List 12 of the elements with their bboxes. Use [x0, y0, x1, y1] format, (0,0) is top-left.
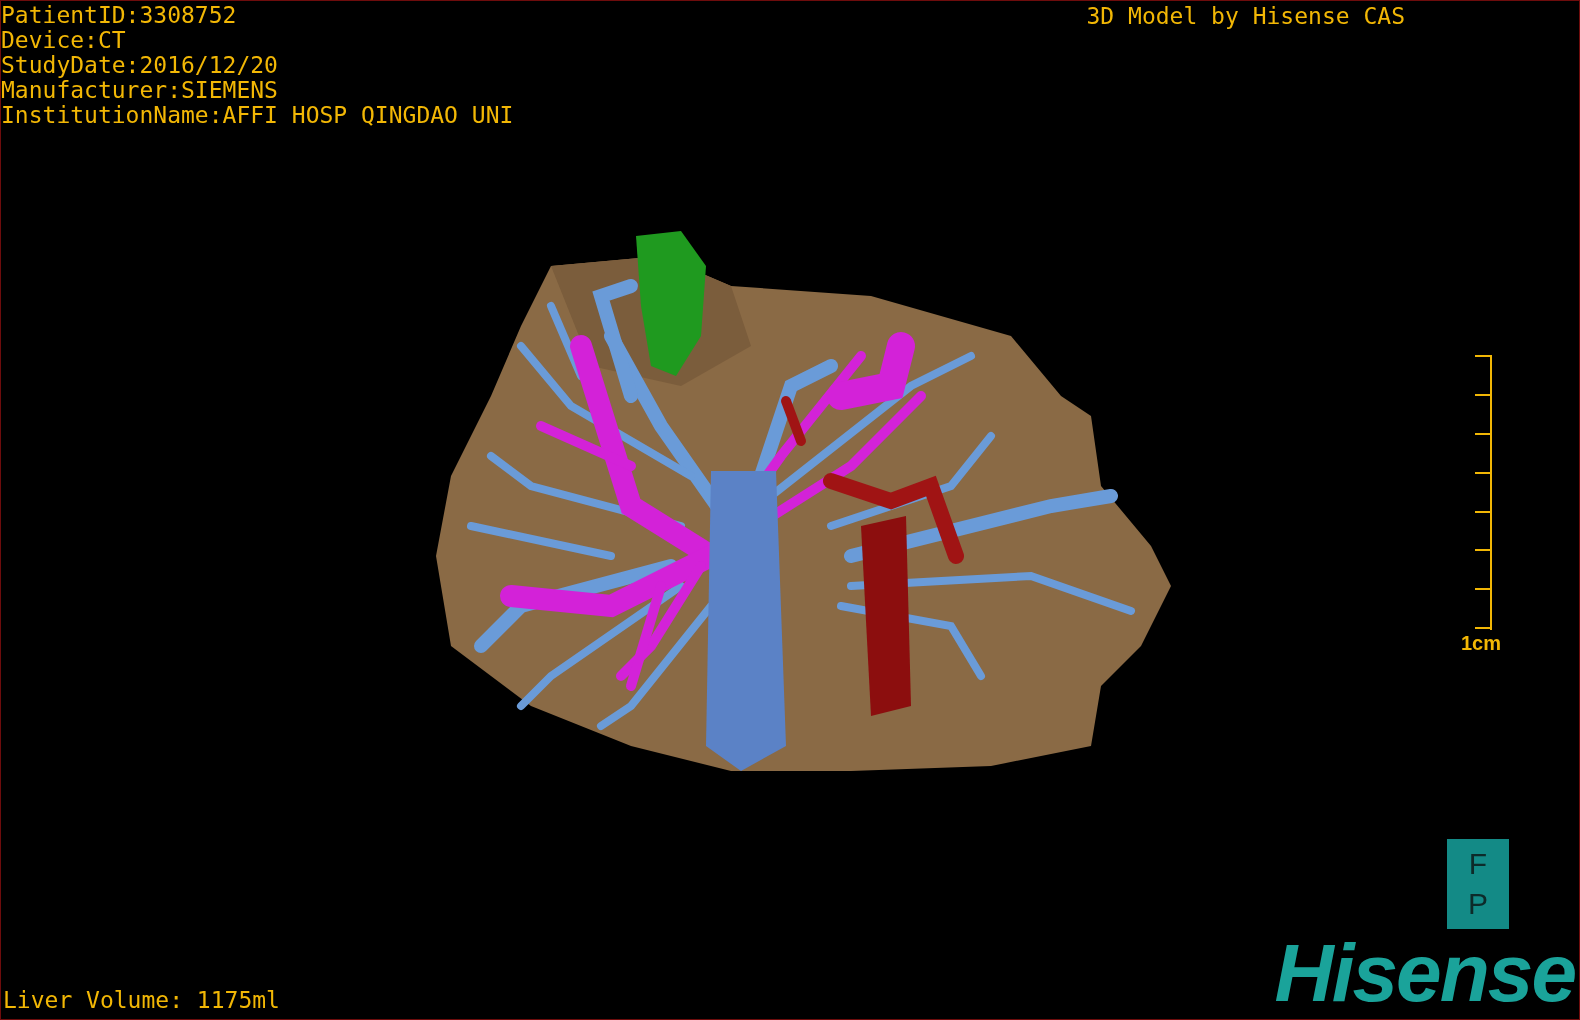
info-line: Manufacturer:SIEMENS: [1, 78, 279, 103]
info-line: PatientID:3308752: [1, 3, 238, 28]
info-line: StudyDate:2016/12/20: [1, 53, 279, 78]
info-line: InstitutionName:AFFI HOSP QINGDAO UNI: [1, 103, 514, 128]
brand-logo: Hisense: [1274, 937, 1575, 1009]
viewport-title: 3D Model by Hisense CAS: [1086, 4, 1405, 29]
scale-bar-icon: [1475, 353, 1493, 632]
orientation-letter: F: [1468, 846, 1488, 882]
info-line: Device:CT: [1, 28, 127, 53]
scale-label: 1cm: [1460, 631, 1501, 654]
liver-volume: Liver Volume: 1175ml: [2, 988, 281, 1015]
orientation-letter: P: [1468, 886, 1488, 922]
